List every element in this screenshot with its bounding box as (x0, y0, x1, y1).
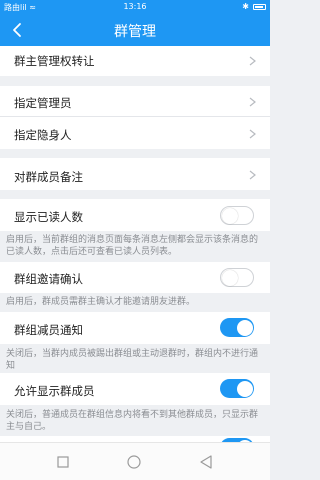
settings-list: 群主管理权转让 指定管理员 指定隐身人 对群成员备注 显示已读人数 启用后，当前… (0, 46, 270, 442)
decrease-notify-label: 群组减员通知 (14, 323, 83, 337)
toggle-knob (222, 269, 238, 286)
show-read-count-label: 显示已读人数 (14, 210, 83, 224)
status-right: ✱ (242, 2, 266, 11)
battery-icon (253, 3, 266, 10)
chevron-right-icon (249, 56, 256, 66)
invite-confirm-hint: 启用后，群成员需群主确认才能邀请朋友进群。 (6, 297, 196, 307)
show-read-count-row: 显示已读人数 (0, 199, 270, 231)
assign-hidden-label: 指定隐身人 (14, 128, 72, 142)
invite-confirm-row: 群组邀请确认 (0, 262, 270, 293)
system-nav-bar (0, 442, 270, 480)
decrease-notify-hint: 关闭后，当群内成员被踢出群组或主动退群时，群组内不进行通知 (6, 349, 259, 371)
member-remark-row[interactable]: 对群成员备注 (0, 158, 270, 190)
show-read-count-hint: 启用后，当前群组的消息页面每条消息左侧都会显示该条消息的已读人数，点击后还可查看… (6, 235, 259, 257)
assign-hidden-row[interactable]: 指定隐身人 (0, 117, 270, 149)
transfer-owner-row[interactable]: 群主管理权转让 (0, 46, 270, 76)
title-bar: 群管理 (0, 14, 270, 46)
invite-confirm-toggle[interactable] (220, 268, 254, 287)
assign-admin-row[interactable]: 指定管理员 (0, 86, 270, 116)
allow-show-members-hint: 关闭后，普通成员在群组信息内将看不到其他群成员，只显示群主与自己。 (6, 410, 259, 432)
toggle-knob (222, 207, 238, 224)
triangle-back-icon[interactable] (200, 455, 213, 469)
chevron-right-icon (249, 97, 256, 107)
invite-confirm-label: 群组邀请确认 (14, 272, 83, 286)
transfer-owner-label: 群主管理权转让 (14, 54, 95, 68)
chevron-right-icon (249, 129, 256, 139)
status-time: 13:16 (123, 2, 147, 11)
toggle-knob (236, 380, 253, 397)
decrease-notify-toggle[interactable] (220, 318, 254, 337)
show-read-count-toggle[interactable] (220, 206, 254, 225)
page-title: 群管理 (114, 24, 156, 40)
allow-show-members-toggle[interactable] (220, 379, 254, 398)
decrease-notify-row: 群组减员通知 (0, 312, 270, 344)
circle-home-icon[interactable] (127, 455, 141, 469)
member-remark-label: 对群成员备注 (14, 170, 83, 184)
allow-show-members-label: 允许显示群成员 (14, 384, 95, 398)
chevron-right-icon (249, 170, 256, 180)
square-recent-icon[interactable] (57, 456, 69, 468)
allow-show-members-row: 允许显示群成员 (0, 373, 270, 405)
assign-admin-label: 指定管理员 (14, 96, 72, 110)
status-bar: 路由lil ≈ 13:16 ✱ (0, 0, 270, 14)
bluetooth-icon: ✱ (242, 2, 249, 11)
toggle-knob (236, 319, 253, 336)
